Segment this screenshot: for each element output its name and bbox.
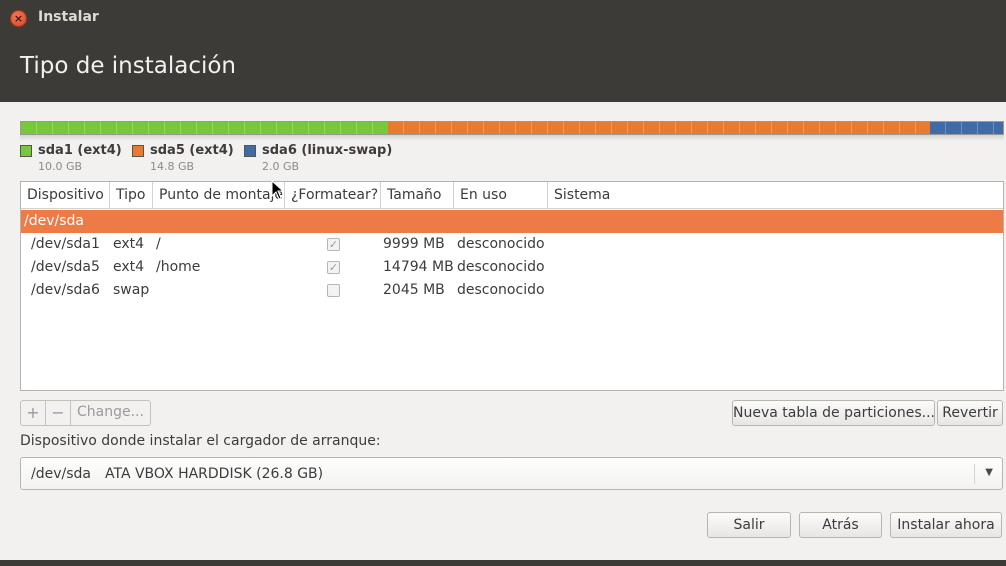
cell-mount: / bbox=[156, 236, 161, 252]
page-header: Tipo de instalación bbox=[0, 36, 1006, 102]
legend-label: sda6 (linux-swap) bbox=[262, 143, 393, 158]
cell-device: /dev/sda1 bbox=[31, 236, 100, 252]
add-partition-button[interactable]: + bbox=[21, 401, 46, 425]
bootloader-device: /dev/sda bbox=[31, 466, 91, 482]
table-row-selected[interactable]: /dev/sda bbox=[21, 210, 1003, 233]
bootloader-label: Dispositivo donde instalar el cargador d… bbox=[20, 433, 381, 449]
cell-used: desconocido bbox=[457, 236, 545, 252]
title-bar: × Instalar bbox=[0, 0, 1006, 36]
cell-type: swap bbox=[113, 282, 150, 298]
format-checkbox[interactable]: ✓ bbox=[327, 238, 340, 251]
cell-type: ext4 bbox=[113, 259, 145, 275]
cell-size: 2045 MB bbox=[383, 282, 445, 298]
column-header-mount[interactable]: Punto de montaje bbox=[153, 182, 285, 209]
column-header-system[interactable]: Sistema bbox=[548, 182, 1003, 209]
change-partition-button[interactable]: Change... bbox=[71, 401, 150, 425]
column-header-used[interactable]: En uso bbox=[454, 182, 548, 209]
back-button[interactable]: Atrás bbox=[799, 512, 882, 538]
bootloader-selected-value: /dev/sda ATA VBOX HARDDISK (26.8 GB) bbox=[31, 466, 323, 482]
cell-type: ext4 bbox=[113, 236, 145, 252]
column-header-type[interactable]: Tipo bbox=[110, 182, 153, 209]
column-header-size[interactable]: Tamaño bbox=[381, 182, 454, 209]
legend-label: sda1 (ext4) bbox=[38, 143, 122, 158]
mouse-cursor-icon bbox=[271, 180, 285, 200]
cell-mount: /home bbox=[156, 259, 201, 275]
table-row[interactable]: /dev/sda1 ext4 / ✓ 9999 MB desconocido bbox=[21, 233, 1003, 256]
cell-size: 9999 MB bbox=[383, 236, 445, 252]
format-checkbox[interactable]: ✓ bbox=[327, 261, 340, 274]
partition-segment-sda6 bbox=[930, 122, 1003, 134]
device-name: /dev/sda bbox=[24, 213, 84, 229]
remove-partition-button[interactable]: − bbox=[46, 401, 71, 425]
dropdown-arrow-icon: ▼ bbox=[985, 467, 993, 478]
legend-size: 14.8 GB bbox=[150, 160, 195, 173]
column-header-device[interactable]: Dispositivo bbox=[21, 182, 110, 209]
page-title: Tipo de instalación bbox=[20, 53, 237, 79]
legend-label: sda5 (ext4) bbox=[150, 143, 234, 158]
partition-table[interactable]: Dispositivo Tipo Punto de montaje ¿Forma… bbox=[20, 181, 1004, 391]
legend-swatch-green bbox=[20, 145, 32, 157]
close-window-button[interactable]: × bbox=[10, 10, 27, 27]
cell-device: /dev/sda5 bbox=[31, 259, 100, 275]
format-checkbox[interactable] bbox=[327, 284, 340, 297]
window-title: Instalar bbox=[38, 9, 99, 25]
new-partition-table-button[interactable]: Nueva tabla de particiones... bbox=[732, 400, 935, 426]
table-row[interactable]: /dev/sda5 ext4 /home ✓ 14794 MB desconoc… bbox=[21, 256, 1003, 279]
legend-swatch-orange bbox=[132, 145, 144, 157]
cell-used: desconocido bbox=[457, 282, 545, 298]
partition-segment-sda1 bbox=[21, 122, 388, 134]
partition-bar bbox=[20, 121, 1004, 135]
table-row[interactable]: /dev/sda6 swap 2045 MB desconocido bbox=[21, 279, 1003, 302]
bootloader-device-select[interactable]: /dev/sda ATA VBOX HARDDISK (26.8 GB) ▼ bbox=[20, 457, 1003, 490]
close-icon: × bbox=[13, 12, 24, 25]
column-header-format[interactable]: ¿Formatear? bbox=[285, 182, 381, 209]
partition-segment-sda5 bbox=[388, 122, 930, 134]
quit-button[interactable]: Salir bbox=[707, 512, 791, 538]
cell-size: 14794 MB bbox=[383, 259, 454, 275]
partition-toolbar: + − Change... bbox=[20, 400, 151, 426]
cell-used: desconocido bbox=[457, 259, 545, 275]
cell-device: /dev/sda6 bbox=[31, 282, 100, 298]
table-header: Dispositivo Tipo Punto de montaje ¿Forma… bbox=[21, 182, 1003, 209]
bootloader-description: ATA VBOX HARDDISK (26.8 GB) bbox=[104, 466, 324, 482]
install-now-button[interactable]: Instalar ahora bbox=[890, 512, 1002, 538]
legend-size: 2.0 GB bbox=[262, 160, 300, 173]
legend-size: 10.0 GB bbox=[38, 160, 83, 173]
revert-button[interactable]: Revertir bbox=[937, 400, 1003, 426]
legend-swatch-blue bbox=[244, 145, 256, 157]
